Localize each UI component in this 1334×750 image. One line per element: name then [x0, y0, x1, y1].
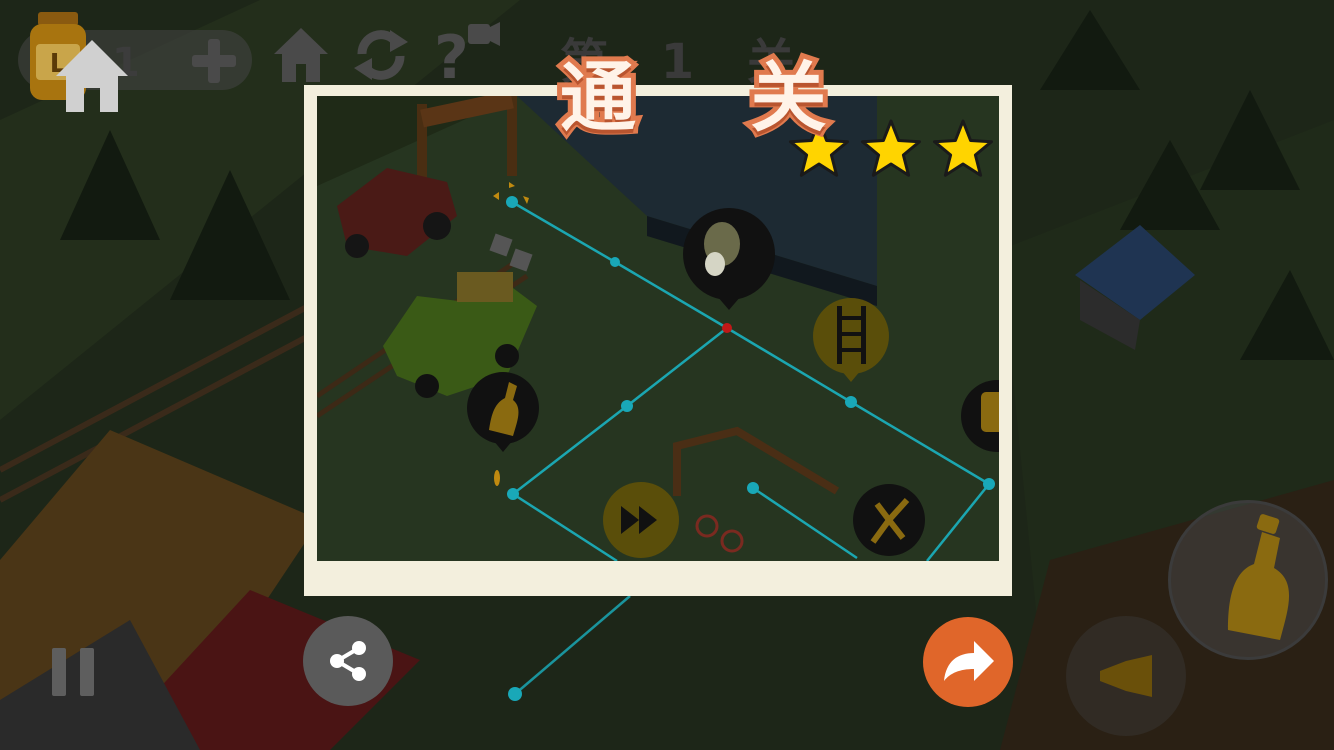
plus-icon[interactable]	[190, 37, 238, 85]
pliers-marker-icon	[853, 484, 925, 556]
bottle-icon	[1228, 514, 1290, 640]
home-icon[interactable]	[270, 24, 332, 86]
fast-forward-marker-icon	[603, 482, 679, 558]
bottle-item-button[interactable]	[1168, 500, 1328, 660]
video-hint-icon[interactable]: ?	[430, 18, 502, 86]
star-icon	[861, 119, 921, 177]
next-arrow-icon	[944, 641, 994, 681]
horn-item-button[interactable]	[1066, 616, 1186, 736]
share-icon	[330, 641, 366, 681]
restart-icon[interactable]	[350, 24, 412, 86]
star-icon	[933, 119, 993, 177]
horn-icon	[1100, 655, 1152, 697]
next-button[interactable]	[923, 617, 1013, 707]
svg-text:?: ?	[434, 23, 469, 86]
pause-icon	[52, 648, 66, 696]
share-button[interactable]	[303, 616, 393, 706]
level-complete-title: 通 关	[555, 48, 871, 147]
pause-button[interactable]	[52, 648, 96, 696]
home-button[interactable]	[52, 36, 132, 116]
